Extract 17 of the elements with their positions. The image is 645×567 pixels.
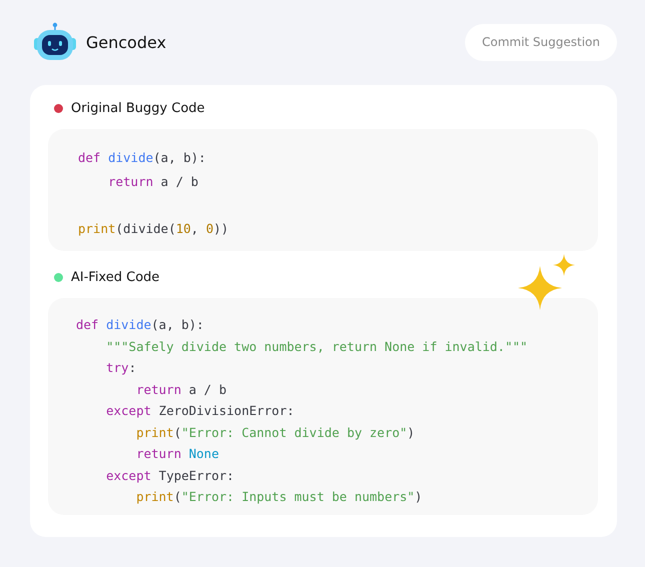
code-line: def divide(a, b):	[78, 149, 207, 167]
code-line: print(divide(10, 0))	[78, 220, 230, 238]
code-line: print("Error: Cannot divide by zero")	[135, 424, 416, 442]
robot-icon	[33, 22, 77, 62]
code-line: print("Error: Inputs must be numbers")	[135, 488, 424, 506]
section-title: AI-Fixed Code	[71, 270, 160, 284]
commit-suggestion-button[interactable]: Commit Suggestion	[464, 24, 617, 60]
app-name: Gencodex	[86, 32, 166, 52]
code-line: except ZeroDivisionError:	[105, 402, 296, 420]
code-line: """Safely divide two numbers, return None if invalid."""	[105, 338, 529, 356]
section-title: Original Buggy Code	[71, 100, 205, 116]
code-line: except TypeError:	[105, 466, 236, 485]
code-line: return a / b	[135, 380, 228, 398]
code-line: def divide(a, b):	[76, 316, 205, 334]
code-line: try:	[105, 359, 138, 377]
code-line: return a / b	[107, 172, 200, 190]
code-line: return None	[135, 445, 220, 463]
